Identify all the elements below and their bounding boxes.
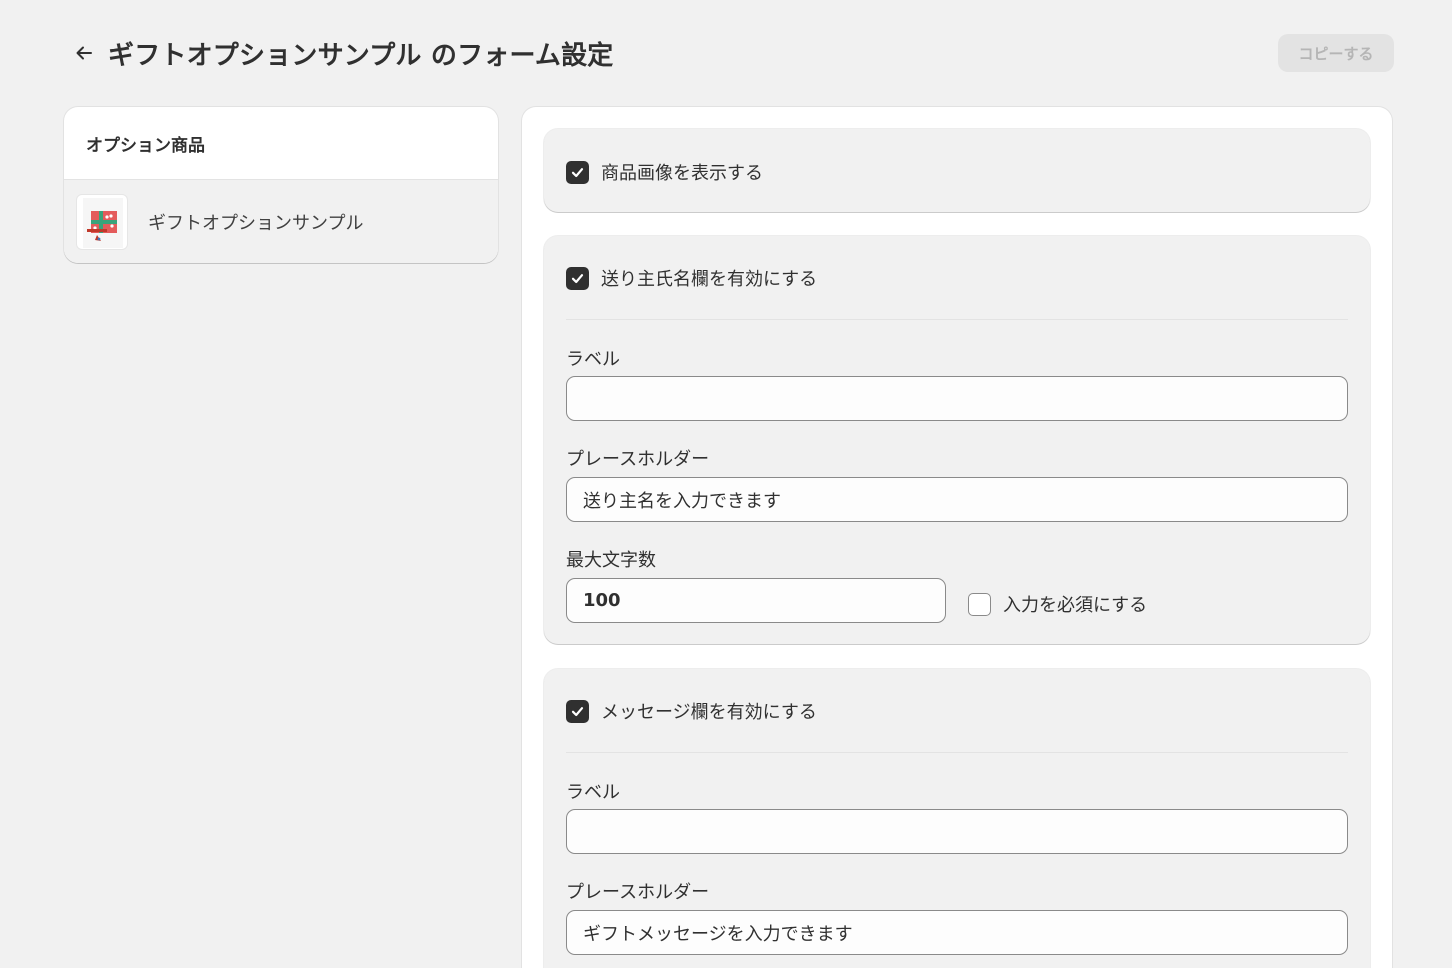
sender-placeholder-field-label: プレースホルダー — [566, 449, 710, 470]
show-image-checkbox[interactable] — [566, 160, 589, 184]
show-image-section: 商品画像を表示する — [544, 129, 1370, 212]
divider — [566, 752, 1348, 753]
option-products-card: オプション商品 ギフトオプションサンプル — [64, 107, 498, 263]
divider — [566, 319, 1348, 320]
sender-label-input[interactable] — [566, 376, 1348, 421]
page-title: ギフトオプションサンプル のフォーム設定 — [108, 40, 614, 71]
required-label: 入力を必須にする — [1003, 595, 1148, 616]
product-name: ギフトオプションサンプル — [148, 212, 364, 234]
message-label-field-label: ラベル — [566, 782, 620, 803]
checkmark-icon — [571, 273, 584, 283]
sender-enable-checkbox[interactable] — [566, 266, 589, 290]
product-thumbnail — [76, 193, 128, 250]
sender-enable-checkbox-row[interactable]: 送り主氏名欄を有効にする — [566, 265, 817, 291]
arrow-left-icon — [76, 46, 92, 60]
show-image-label: 商品画像を表示する — [601, 163, 763, 184]
max-chars-field-label: 最大文字数 — [566, 550, 656, 571]
checkmark-icon — [571, 167, 584, 177]
message-placeholder-input[interactable]: ギフトメッセージを入力できます — [566, 910, 1348, 955]
message-section: メッセージ欄を有効にする ラベル プレースホルダー ギフトメッセージを入力できま… — [544, 669, 1370, 968]
option-products-title: オプション商品 — [86, 135, 205, 156]
product-list-item[interactable]: ギフトオプションサンプル — [64, 179, 498, 263]
copy-button[interactable]: コピーする — [1278, 34, 1394, 72]
sender-enable-label: 送り主氏名欄を有効にする — [601, 269, 818, 290]
page-header: ギフトオプションサンプル のフォーム設定 コピーする — [64, 30, 1394, 76]
required-checkbox[interactable] — [968, 592, 991, 616]
sender-name-section: 送り主氏名欄を有効にする ラベル プレースホルダー 送り主名を入力できます 最大… — [544, 236, 1370, 644]
message-enable-label: メッセージ欄を有効にする — [601, 702, 817, 723]
message-placeholder-field-label: プレースホルダー — [566, 882, 710, 903]
message-label-input[interactable] — [566, 809, 1348, 854]
back-button[interactable] — [66, 35, 102, 71]
show-image-checkbox-row[interactable]: 商品画像を表示する — [566, 159, 763, 185]
sender-placeholder-input[interactable]: 送り主名を入力できます — [566, 477, 1348, 522]
required-checkbox-row[interactable]: 入力を必須にする — [968, 591, 1147, 617]
form-settings-card: 商品画像を表示する 送り主氏名欄を有効にする ラベル プレースホルダー 送り主名… — [522, 107, 1392, 968]
message-enable-checkbox[interactable] — [566, 699, 589, 723]
message-enable-checkbox-row[interactable]: メッセージ欄を有効にする — [566, 698, 817, 724]
gift-image-icon — [83, 197, 123, 248]
checkmark-icon — [571, 706, 584, 716]
sender-label-field-label: ラベル — [566, 349, 620, 370]
max-chars-input[interactable]: 100 — [566, 578, 946, 623]
